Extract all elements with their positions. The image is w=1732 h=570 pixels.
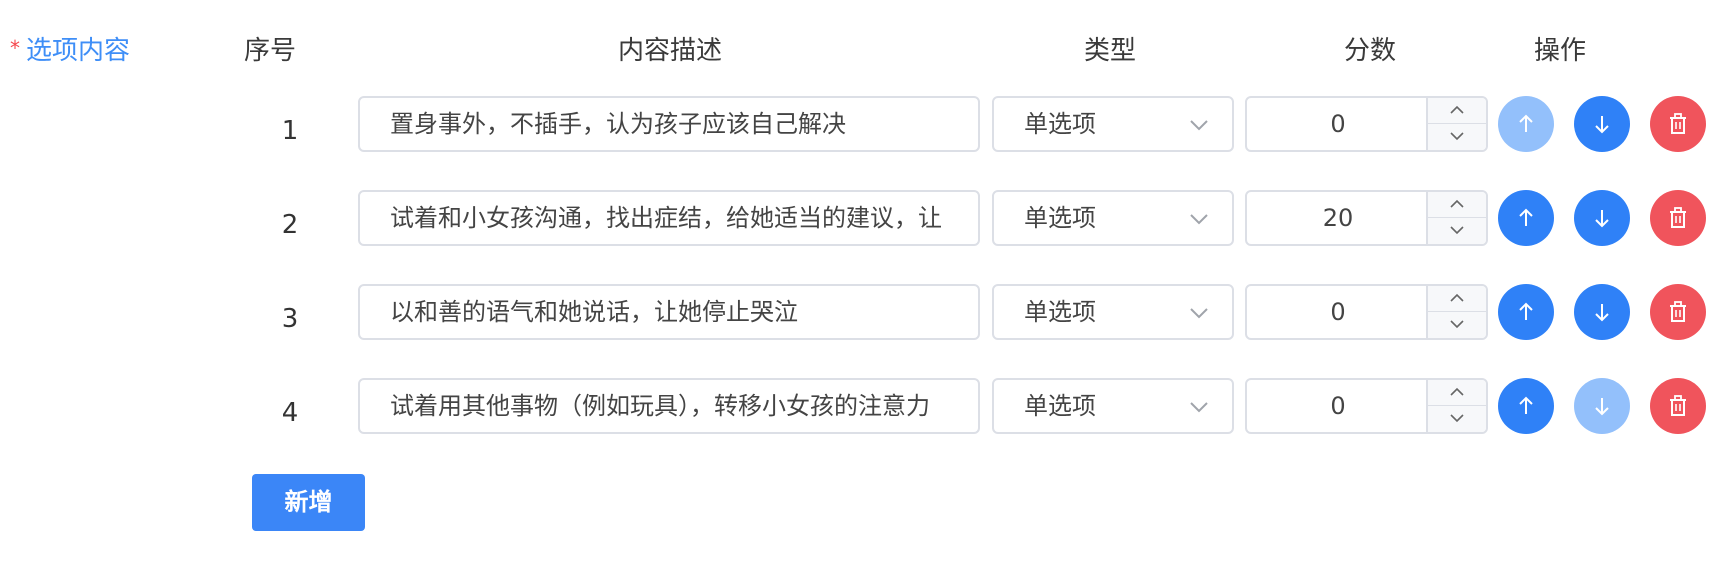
option-row: 1 置身事外，不插手，认为孩子应该自己解决 单选项 0 [0, 96, 1732, 152]
decrement-button[interactable] [1428, 312, 1486, 337]
score-input[interactable]: 0 [1247, 380, 1429, 432]
increment-button[interactable] [1428, 380, 1486, 406]
move-down-button[interactable] [1574, 284, 1630, 340]
option-row: 3 以和善的语气和她说话，让她停止哭泣 单选项 0 [0, 284, 1732, 340]
type-select[interactable]: 单选项 [992, 378, 1234, 434]
stepper-controls [1426, 98, 1486, 150]
row-seq: 2 [281, 210, 299, 240]
score-stepper[interactable]: 20 [1245, 190, 1488, 246]
score-stepper[interactable]: 0 [1245, 96, 1488, 152]
decrement-button[interactable] [1428, 406, 1486, 431]
desc-input[interactable]: 置身事外，不插手，认为孩子应该自己解决 [358, 96, 980, 152]
decrement-button[interactable] [1428, 124, 1486, 149]
add-button[interactable]: 新增 [252, 474, 365, 531]
move-up-button[interactable] [1498, 378, 1554, 434]
move-down-button[interactable] [1574, 378, 1630, 434]
chevron-down-icon [1188, 396, 1210, 418]
increment-button[interactable] [1428, 98, 1486, 124]
stepper-controls [1426, 286, 1486, 338]
chevron-down-icon [1188, 114, 1210, 136]
type-select-value: 单选项 [1024, 392, 1096, 420]
increment-button[interactable] [1428, 286, 1486, 312]
option-row: 4 试着用其他事物（例如玩具），转移小女孩的注意力 单选项 0 [0, 378, 1732, 434]
move-up-button[interactable] [1498, 190, 1554, 246]
move-down-button[interactable] [1574, 96, 1630, 152]
type-select-value: 单选项 [1024, 110, 1096, 138]
header-ops: 操作 [1533, 36, 1586, 66]
form-label: * 选项内容 [10, 30, 130, 67]
type-select-value: 单选项 [1024, 298, 1096, 326]
score-stepper[interactable]: 0 [1245, 284, 1488, 340]
decrement-button[interactable] [1428, 218, 1486, 243]
header-seq: 序号 [243, 36, 296, 66]
header-desc: 内容描述 [617, 36, 722, 66]
required-mark: * [10, 36, 20, 60]
chevron-down-icon [1188, 208, 1210, 230]
type-select[interactable]: 单选项 [992, 190, 1234, 246]
type-select[interactable]: 单选项 [992, 284, 1234, 340]
move-up-button[interactable] [1498, 284, 1554, 340]
score-input[interactable]: 0 [1247, 98, 1429, 150]
score-input[interactable]: 0 [1247, 286, 1429, 338]
option-row: 2 试着和小女孩沟通，找出症结，给她适当的建议，让 单选项 20 [0, 190, 1732, 246]
delete-button[interactable] [1650, 96, 1706, 152]
delete-button[interactable] [1650, 378, 1706, 434]
row-seq: 3 [281, 304, 299, 334]
move-down-button[interactable] [1574, 190, 1630, 246]
desc-input[interactable]: 以和善的语气和她说话，让她停止哭泣 [358, 284, 980, 340]
type-select[interactable]: 单选项 [992, 96, 1234, 152]
header-score: 分数 [1343, 36, 1396, 66]
score-stepper[interactable]: 0 [1245, 378, 1488, 434]
move-up-button[interactable] [1498, 96, 1554, 152]
increment-button[interactable] [1428, 192, 1486, 218]
form-label-text: 选项内容 [26, 36, 131, 66]
type-select-value: 单选项 [1024, 204, 1096, 232]
row-seq: 1 [281, 116, 299, 146]
stepper-controls [1426, 192, 1486, 244]
score-input[interactable]: 20 [1247, 192, 1429, 244]
delete-button[interactable] [1650, 284, 1706, 340]
row-seq: 4 [281, 398, 299, 428]
desc-input[interactable]: 试着和小女孩沟通，找出症结，给她适当的建议，让 [358, 190, 980, 246]
header-type: 类型 [1083, 36, 1136, 66]
delete-button[interactable] [1650, 190, 1706, 246]
desc-input[interactable]: 试着用其他事物（例如玩具），转移小女孩的注意力 [358, 378, 980, 434]
chevron-down-icon [1188, 302, 1210, 324]
stepper-controls [1426, 380, 1486, 432]
